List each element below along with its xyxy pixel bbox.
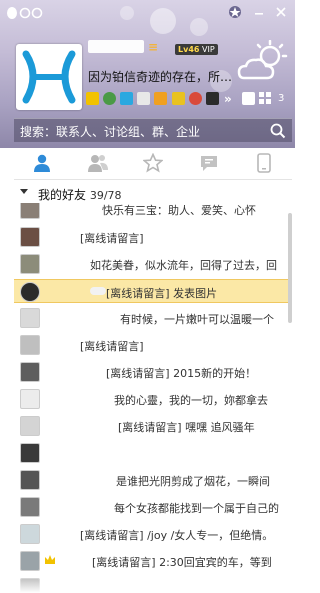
shopping-icon[interactable] bbox=[154, 92, 167, 105]
contact-status: 有时候，一片嫩叶可以温暖一个 bbox=[120, 313, 274, 326]
app-count: 3 bbox=[278, 93, 285, 104]
avatar bbox=[20, 551, 40, 571]
group-name: 我的好友 bbox=[38, 188, 87, 202]
contact-status: [离线请留言] 发表图片 bbox=[106, 287, 218, 300]
contact-status: 快乐有三宝：助人、爱笑、心怀 bbox=[102, 204, 256, 217]
contact-status: [离线请留言] 2:30回宜宾的车，等到 bbox=[92, 556, 272, 569]
contact-status: 是谁把光阴剪成了烟花，一瞬间 bbox=[116, 475, 270, 488]
minimize-button[interactable] bbox=[252, 5, 266, 19]
contact-status: [离线请留言] 2015新的开始！ bbox=[106, 367, 257, 380]
shirt-icon[interactable] bbox=[242, 92, 255, 105]
contact-status: 我的心靈，我的一切，妳都拿去 bbox=[114, 394, 268, 407]
chat-icon bbox=[199, 153, 219, 176]
avatar bbox=[20, 389, 40, 409]
app-shortcut-bar: » 3 bbox=[86, 92, 291, 110]
tab-groups[interactable] bbox=[70, 148, 126, 180]
star-icon bbox=[142, 152, 164, 176]
avatar bbox=[20, 470, 40, 490]
phone-icon bbox=[257, 152, 271, 176]
pet-icon[interactable] bbox=[206, 92, 219, 105]
avatar bbox=[20, 203, 40, 219]
title-bar bbox=[0, 0, 295, 24]
wallet-icon[interactable] bbox=[137, 92, 150, 105]
list-item[interactable]: [离线请留言] 2015新的开始！ bbox=[14, 360, 292, 384]
tab-contacts[interactable] bbox=[14, 148, 70, 180]
more-apps-icon[interactable]: » bbox=[224, 92, 232, 106]
contact-name-redacted bbox=[90, 287, 106, 295]
avatar bbox=[20, 497, 40, 517]
tab-mobile[interactable] bbox=[236, 148, 292, 180]
list-fade bbox=[14, 575, 292, 593]
list-item[interactable]: 是谁把光阴剪成了烟花，一瞬间 bbox=[14, 468, 292, 492]
qzone-icon[interactable] bbox=[103, 92, 116, 105]
nickname-menu-icon[interactable]: ≡ bbox=[148, 40, 170, 54]
music-icon[interactable] bbox=[172, 92, 185, 105]
mail-icon[interactable] bbox=[120, 92, 133, 105]
list-item[interactable]: 每个女孩都能找到一个属于自己的 bbox=[14, 495, 292, 519]
list-item[interactable]: 如花美眷，似水流年，回得了过去，回 bbox=[14, 252, 292, 276]
search-input[interactable]: 搜索：联系人、讨论组、群、企业 bbox=[14, 118, 292, 142]
avatar bbox=[20, 416, 40, 436]
list-item[interactable]: 我的心靈，我的一切，妳都拿去 bbox=[14, 387, 292, 411]
avatar bbox=[20, 335, 40, 355]
skin-icon[interactable] bbox=[228, 5, 242, 19]
friend-group-header[interactable]: 我的好友 39/78 bbox=[14, 183, 292, 203]
vip-crown-icon bbox=[44, 554, 56, 569]
list-item[interactable]: [离线请留言] 2:30回宜宾的车，等到 bbox=[14, 549, 292, 573]
signature-text[interactable]: 因为铂信奇迹的存在，所… bbox=[88, 68, 253, 84]
list-item[interactable]: [离线请留言] bbox=[14, 225, 292, 249]
avatar bbox=[20, 524, 40, 544]
contact-status: [离线请留言] bbox=[80, 232, 144, 245]
search-placeholder: 搜索：联系人、讨论组、群、企业 bbox=[20, 125, 201, 139]
contact-status: 每个女孩都能找到一个属于自己的 bbox=[114, 502, 279, 515]
list-item[interactable] bbox=[14, 441, 292, 465]
crown-icon[interactable] bbox=[86, 92, 99, 105]
avatar bbox=[20, 308, 40, 328]
group-icon bbox=[87, 153, 109, 176]
chevron-down-icon bbox=[20, 189, 28, 194]
avatar bbox=[20, 227, 40, 247]
qq-logo-icon bbox=[6, 6, 43, 19]
weather-icon[interactable] bbox=[236, 39, 290, 84]
contact-status: 如花美眷，似水流年，回得了过去，回 bbox=[90, 259, 277, 272]
tab-messages[interactable] bbox=[181, 148, 237, 180]
scrollbar[interactable] bbox=[288, 213, 292, 323]
list-item[interactable]: 有时候，一片嫩叶可以温暖一个 bbox=[14, 306, 292, 330]
list-item-selected[interactable]: [离线请留言] 发表图片 bbox=[14, 279, 292, 303]
tab-favorites[interactable] bbox=[125, 148, 181, 180]
avatar bbox=[20, 362, 40, 382]
app-manager-icon[interactable] bbox=[259, 92, 272, 105]
nickname-redacted bbox=[88, 40, 144, 53]
close-button[interactable] bbox=[274, 5, 288, 19]
contact-icon bbox=[32, 153, 52, 176]
list-item[interactable]: [离线请留言] 嘿嘿 追风骚年 bbox=[14, 414, 292, 438]
avatar[interactable] bbox=[16, 44, 82, 110]
avatar bbox=[20, 254, 40, 274]
profile-header: ≡ Lv46 VIP 因为铂信奇迹的存在，所… » 3 搜索：联系人、讨论组、群… bbox=[0, 0, 295, 148]
list-item[interactable]: 快乐有三宝：助人、爱笑、心怀 bbox=[14, 203, 292, 221]
contact-status: [离线请留言] 嘿嘿 追风骚年 bbox=[118, 421, 255, 434]
avatar bbox=[20, 282, 40, 302]
contact-status: [离线请留言] bbox=[80, 340, 144, 353]
main-tabs bbox=[14, 148, 292, 180]
vip-badge[interactable]: VIP bbox=[199, 44, 218, 55]
contact-list: 快乐有三宝：助人、爱笑、心怀 [离线请留言] 如花美眷，似水流年，回得了过去，回… bbox=[14, 203, 292, 593]
search-icon[interactable] bbox=[270, 123, 286, 139]
list-item[interactable]: [离线请留言] bbox=[14, 333, 292, 357]
game-icon[interactable] bbox=[189, 92, 202, 105]
contact-status: [离线请留言] /joy /女人专一，但绝情。 bbox=[80, 529, 274, 542]
group-count: 39/78 bbox=[89, 189, 122, 202]
avatar bbox=[20, 443, 40, 463]
list-item[interactable]: [离线请留言] /joy /女人专一，但绝情。 bbox=[14, 522, 292, 546]
